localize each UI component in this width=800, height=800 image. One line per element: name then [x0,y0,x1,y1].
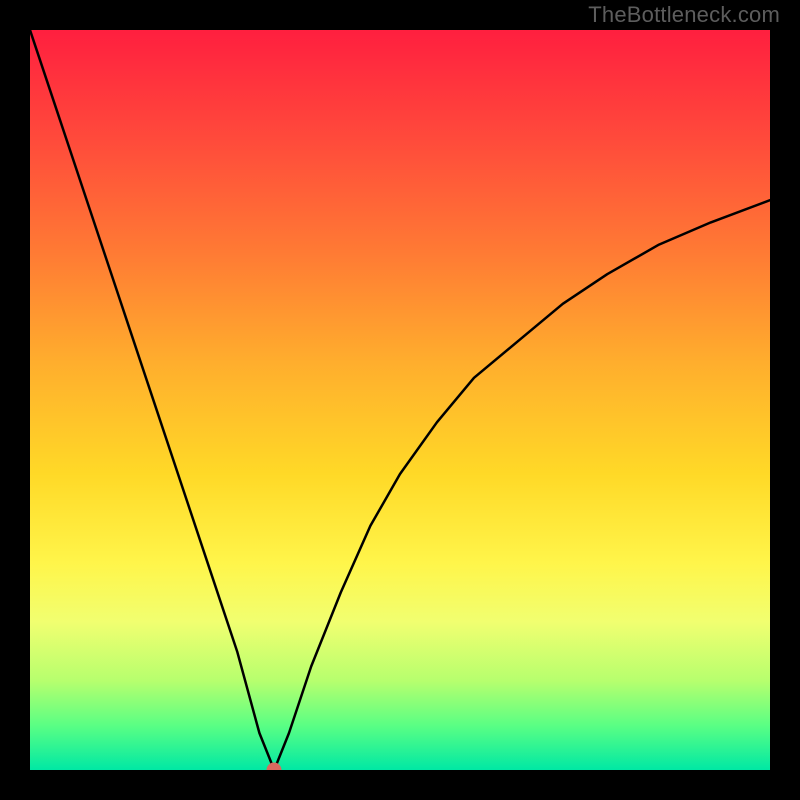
watermark-label: TheBottleneck.com [588,2,780,28]
background-gradient [30,30,770,770]
chart-frame: TheBottleneck.com [0,0,800,800]
plot-area [30,30,770,770]
